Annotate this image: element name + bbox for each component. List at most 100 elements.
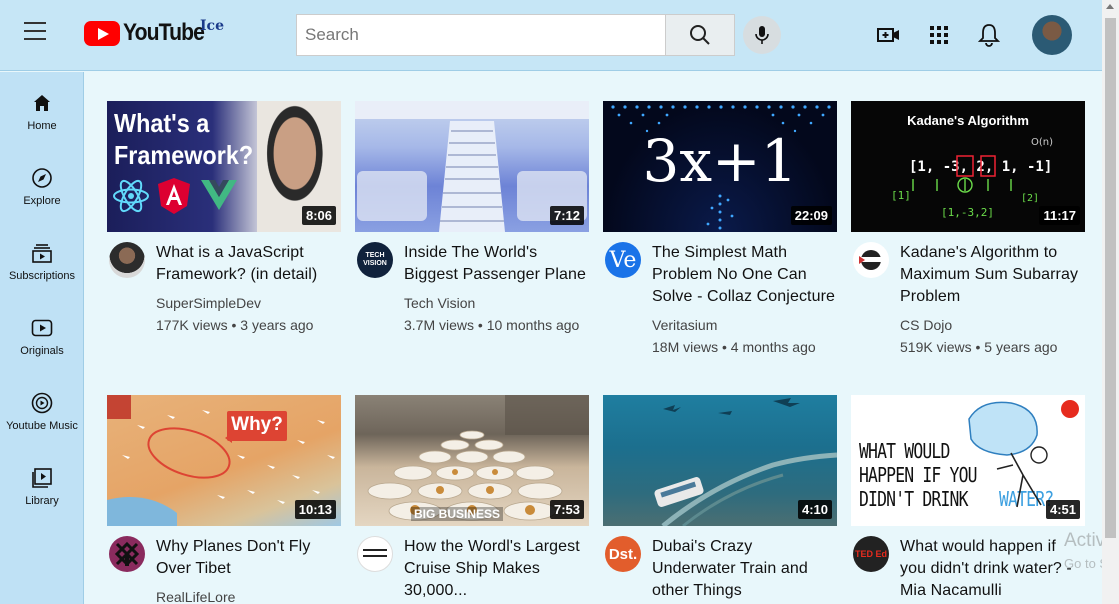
channel-avatar[interactable]: TECH VISION	[357, 242, 393, 278]
video-title-line: What is a JavaScript	[156, 244, 304, 261]
top-header: YouTube Ice	[0, 0, 1102, 71]
channel-avatar[interactable]	[109, 536, 145, 572]
video-title[interactable]: What would happen if you didn't drink wa…	[900, 536, 1087, 602]
channel-avatar-text: TED Ed	[854, 549, 887, 559]
video-card[interactable]: What's a Framework? 8:06 What is a JavaS…	[107, 101, 343, 333]
channel-name[interactable]: Tech Vision	[404, 295, 591, 311]
video-title-line: Kadane's Algorithm to	[900, 244, 1058, 261]
video-card[interactable]: Why? 10:13 Why Planes Don't Fly Over Tib…	[107, 395, 343, 604]
video-title-line: Underwater Train and	[652, 560, 808, 577]
video-thumbnail[interactable]: Why? 10:13	[107, 395, 341, 526]
sidebar-item-label: Subscriptions	[8, 270, 76, 282]
sidebar-item-explore[interactable]: Explore	[0, 167, 84, 227]
scroll-up-arrow-icon[interactable]	[1106, 4, 1114, 9]
video-title-line: How the Wordl's Largest	[404, 538, 580, 555]
search-input[interactable]	[296, 14, 666, 56]
video-duration: 11:17	[1039, 206, 1080, 225]
channel-avatar[interactable]: Ve	[605, 242, 641, 278]
video-thumbnail[interactable]: 3x+1 22:09	[603, 101, 837, 232]
svg-text:[1,-3,2]: [1,-3,2]	[941, 206, 994, 219]
page-scrollbar[interactable]	[1102, 0, 1119, 604]
channel-avatar[interactable]	[357, 536, 393, 572]
channel-avatar-text: Dst.	[608, 545, 638, 563]
video-card[interactable]: 3x+1 22:09 Ve The Simplest Math Problem …	[603, 101, 839, 355]
video-thumbnail[interactable]: WHAT WOULD HAPPEN IF YOU DIDN'T DRINK WA…	[851, 395, 1085, 526]
video-card[interactable]: BIG BUSINESS 7:53 How the Wordl's Larges…	[355, 395, 591, 602]
video-title-line: Over Tibet	[156, 560, 231, 577]
video-duration: 8:06	[301, 206, 336, 225]
thumbnail-text: BIG BUSINESS	[411, 507, 504, 521]
video-thumbnail[interactable]: Kadane's Algorithm [1, -3, 2, 1, -1] [1]…	[851, 101, 1085, 232]
video-title-line: The Simplest Math	[652, 244, 788, 261]
channel-name[interactable]: CS Dojo	[900, 317, 1087, 333]
svg-text:[2]: [2]	[1021, 193, 1039, 204]
video-title-line: Cruise Ship Makes	[404, 560, 540, 577]
sidebar-item-label: Originals	[20, 345, 64, 357]
hamburger-menu-icon[interactable]	[24, 22, 48, 42]
video-duration: 4:10	[797, 500, 832, 519]
video-card[interactable]: Kadane's Algorithm [1, -3, 2, 1, -1] [1]…	[851, 101, 1087, 355]
subscriptions-icon	[31, 242, 53, 264]
video-thumbnail[interactable]: What's a Framework? 8:06	[107, 101, 341, 232]
microphone-icon	[755, 26, 769, 44]
sidebar-item-youtube-music[interactable]: Youtube Music	[0, 392, 84, 452]
sidebar: Home Explore Subscriptions Originals You…	[0, 72, 84, 604]
channel-name[interactable]: SuperSimpleDev	[156, 295, 343, 311]
video-title[interactable]: The Simplest Math Problem No One Can Sol…	[652, 242, 839, 308]
scrollbar-thumb[interactable]	[1105, 18, 1116, 538]
video-add-icon	[877, 28, 899, 42]
video-card[interactable]: WHAT WOULD HAPPEN IF YOU DIDN'T DRINK WA…	[851, 395, 1087, 602]
video-title-line: Maximum Sum Subarray	[900, 266, 1079, 283]
channel-avatar-text: TECH VISION	[363, 252, 387, 267]
channel-avatar-text: Ve	[609, 247, 637, 273]
channel-avatar[interactable]	[109, 242, 145, 278]
channel-avatar[interactable]: Dst.	[605, 536, 641, 572]
notifications-button[interactable]	[975, 21, 1003, 49]
video-title-line: Mia Nacamulli	[900, 582, 1002, 599]
channel-avatar[interactable]: TED Ed	[853, 536, 889, 572]
video-thumbnail[interactable]: 4:10	[603, 395, 837, 526]
video-title-line: Why Planes Don't Fly	[156, 538, 311, 555]
video-thumbnail[interactable]: 7:12	[355, 101, 589, 232]
windmill-logo-icon	[114, 541, 140, 567]
video-card[interactable]: 4:10 Dst. Dubai's Crazy Underwater Train…	[603, 395, 839, 602]
video-title-line: you didn't drink water? -	[900, 560, 1072, 577]
apps-button[interactable]	[925, 21, 953, 49]
sidebar-item-label: Home	[27, 120, 57, 132]
originals-icon	[31, 317, 53, 339]
search-button[interactable]	[665, 14, 735, 56]
compass-icon	[31, 167, 53, 189]
create-video-button[interactable]	[875, 21, 903, 49]
vue-logo-icon	[201, 180, 237, 210]
video-card[interactable]: 7:12 TECH VISION Inside The World's Bigg…	[355, 101, 591, 333]
sidebar-item-home[interactable]: Home	[0, 92, 84, 152]
sidebar-item-label: Library	[25, 495, 59, 507]
logo-text: YouTube	[123, 19, 205, 46]
channel-name[interactable]: Veritasium	[652, 317, 839, 333]
video-title[interactable]: Dubai's Crazy Underwater Train and other…	[652, 536, 839, 602]
user-avatar[interactable]	[1032, 15, 1072, 55]
video-title[interactable]: What is a JavaScript Framework? (in deta…	[156, 242, 343, 286]
voice-search-button[interactable]	[743, 16, 781, 54]
channel-avatar[interactable]	[853, 242, 889, 278]
thumbnail-text: 3x+1	[642, 127, 798, 195]
youtube-logo[interactable]: YouTube	[84, 18, 215, 48]
video-duration: 10:13	[294, 500, 336, 519]
video-title-line: What would happen if	[900, 538, 1056, 555]
channel-name[interactable]: RealLifeLore	[156, 589, 343, 604]
video-title[interactable]: How the Wordl's Largest Cruise Ship Make…	[404, 536, 591, 602]
video-title-line: Problem No One Can	[652, 266, 807, 283]
video-title[interactable]: Why Planes Don't Fly Over Tibet	[156, 536, 343, 580]
video-thumbnail[interactable]: BIG BUSINESS 7:53	[355, 395, 589, 526]
video-title[interactable]: Inside The World's Biggest Passenger Pla…	[404, 242, 591, 286]
video-duration: 7:53	[549, 500, 584, 519]
video-title[interactable]: Kadane's Algorithm to Maximum Sum Subarr…	[900, 242, 1087, 308]
sidebar-item-originals[interactable]: Originals	[0, 317, 84, 377]
thumbnail-text: What's a	[114, 108, 210, 138]
sidebar-item-library[interactable]: Library	[0, 467, 84, 527]
thumbnail-text: Why?	[231, 414, 283, 435]
video-stats: 519K views • 5 years ago	[900, 339, 1058, 355]
video-duration: 22:09	[790, 206, 832, 225]
apps-grid-icon	[930, 26, 948, 44]
sidebar-item-subscriptions[interactable]: Subscriptions	[0, 242, 84, 302]
